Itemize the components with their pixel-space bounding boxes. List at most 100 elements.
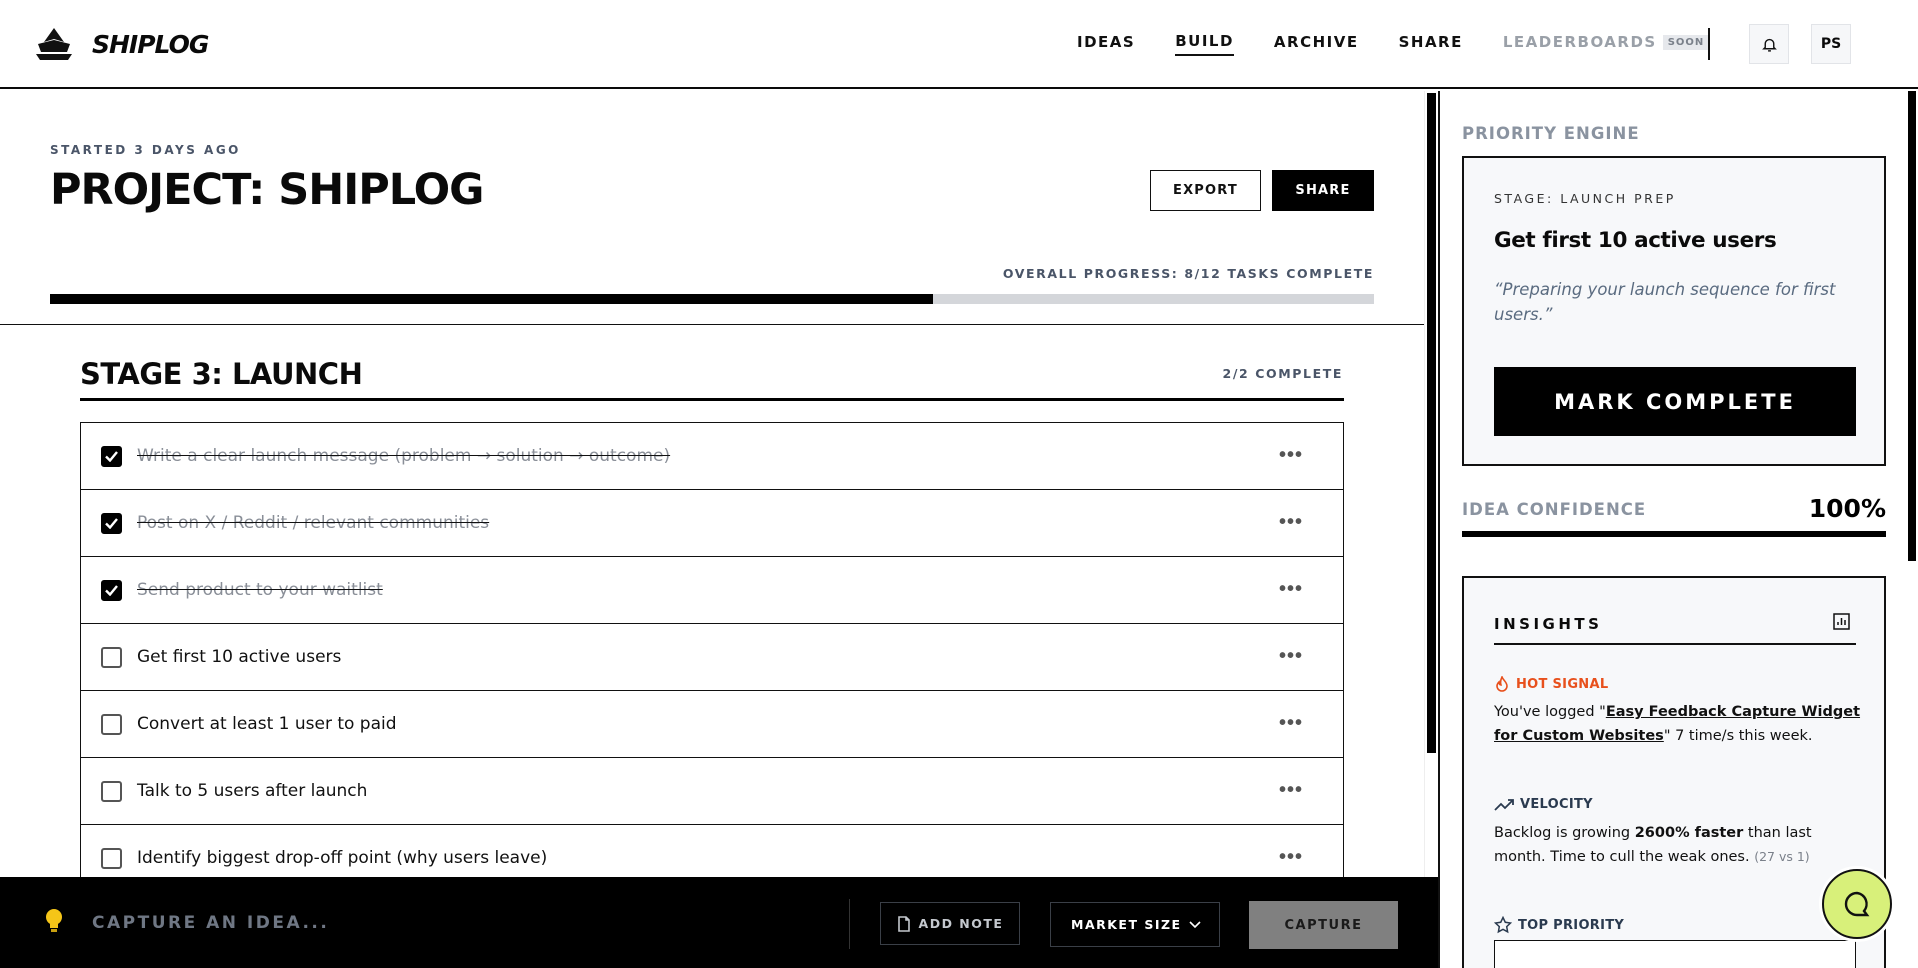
hot-signal-label: HOT SIGNAL [1494,676,1608,692]
project-title: PROJECT: SHIPLOG [50,165,484,215]
user-avatar[interactable]: PS [1811,24,1851,64]
priority-stage-label: STAGE: LAUNCH PREP [1494,191,1676,206]
nav-archive[interactable]: ARCHIVE [1274,33,1359,55]
priority-quote: “Preparing your launch sequence for firs… [1494,280,1836,324]
task-checkbox[interactable] [101,646,122,668]
task-row[interactable]: Post on X / Reddit / relevant communitie… [81,490,1343,557]
priority-engine-heading: PRIORITY ENGINE [1462,124,1640,143]
stage-title: STAGE 3: LAUNCH [80,357,363,391]
hot-signal-text: HOT SIGNAL [1516,676,1609,692]
task-text: Get first 10 active users [137,647,342,667]
chat-support-button[interactable] [1822,869,1892,939]
task-row[interactable]: Convert at least 1 user to paid ••• [81,691,1343,758]
overall-progress-fill [50,294,933,304]
nav-divider [1708,28,1710,60]
market-size-label: MARKET SIZE [1071,917,1182,932]
capture-button[interactable]: CAPTURE [1249,901,1398,949]
chevron-down-icon [1189,920,1201,928]
task-more-menu-icon[interactable]: ••• [1279,512,1303,532]
overall-progress-label: OVERALL PROGRESS: 8/12 TASKS COMPLETE [1002,266,1374,281]
idea-confidence-bar [1462,531,1886,537]
share-button[interactable]: SHARE [1272,170,1374,211]
nav-leaderboards: LEADERBOARDS SOON [1502,33,1710,55]
task-text: Convert at least 1 user to paid [137,714,397,734]
lightbulb-icon [46,909,62,932]
priority-sidebar: PRIORITY ENGINE STAGE: LAUNCH PREP Get f… [1438,91,1918,968]
task-checkbox[interactable] [101,847,122,869]
idea-confidence-value: 100% [1808,494,1886,523]
overall-progress-bar [50,294,1374,304]
velocity-note: (27 vs 1) [1754,849,1810,864]
nav-leaderboards-label: LEADERBOARDS [1502,33,1657,51]
task-checkbox[interactable] [101,512,122,534]
star-icon [1494,916,1512,934]
priority-card: STAGE: LAUNCH PREP Get first 10 active u… [1462,156,1886,466]
mark-complete-button[interactable]: MARK COMPLETE [1494,367,1856,436]
hot-signal-body: You've logged "Easy Feedback Capture Wid… [1494,700,1864,748]
brand-logo[interactable]: SHIPLOG [34,26,209,62]
task-text: Talk to 5 users after launch [137,781,368,801]
velocity-label: VELOCITY [1494,797,1593,812]
nav-ideas[interactable]: IDEAS [1077,33,1135,55]
task-text: Post on X / Reddit / relevant communitie… [137,513,490,533]
task-row[interactable]: Talk to 5 users after launch ••• [81,758,1343,825]
capture-divider [849,899,850,949]
nav-share[interactable]: SHARE [1399,33,1463,55]
top-navigation-bar: SHIPLOG IDEAS BUILD ARCHIVE SHARE LEADER… [0,0,1918,89]
sidebar-scrollbar-thumb[interactable] [1908,91,1916,561]
task-checkbox[interactable] [101,445,122,467]
task-checkbox[interactable] [101,579,122,601]
top-priority-item[interactable] [1494,940,1856,968]
top-priority-label: TOP PRIORITY [1494,916,1624,934]
task-row[interactable]: Get first 10 active users ••• [81,624,1343,691]
nav-build[interactable]: BUILD [1175,32,1234,56]
idea-capture-input[interactable] [92,901,812,945]
trending-up-icon [1494,798,1514,811]
insights-divider [1494,643,1856,645]
check-icon [105,517,118,529]
brand-name: SHIPLOG [92,29,209,59]
main-scrollbar[interactable] [1424,91,1438,877]
bell-icon [1761,38,1777,52]
stage-divider [80,398,1344,401]
add-note-button[interactable]: ADD NOTE [880,902,1020,945]
top-priority-text: TOP PRIORITY [1518,917,1625,933]
task-more-menu-icon[interactable]: ••• [1279,713,1303,733]
hot-signal-suffix: " 7 time/s this week. [1663,728,1813,744]
soon-badge: SOON [1662,35,1710,50]
task-more-menu-icon[interactable]: ••• [1279,847,1303,867]
section-divider [0,324,1424,325]
hot-signal-prefix: You've logged " [1494,704,1606,720]
task-checkbox[interactable] [101,713,122,735]
task-row[interactable]: Write a clear launch message (problem → … [81,423,1343,490]
market-size-select[interactable]: MARKET SIZE [1050,902,1220,947]
main-scrollbar-thumb[interactable] [1427,93,1436,753]
export-button[interactable]: EXPORT [1150,170,1261,211]
task-text: Write a clear launch message (problem → … [137,446,671,466]
task-text: Identify biggest drop-off point (why use… [137,848,548,868]
project-main-panel: STARTED 3 DAYS AGO PROJECT: SHIPLOG EXPO… [0,91,1424,877]
task-more-menu-icon[interactable]: ••• [1279,445,1303,465]
add-note-label: ADD NOTE [918,916,1004,931]
insights-heading: INSIGHTS [1494,615,1603,633]
idea-capture-bar: ADD NOTE MARKET SIZE CAPTURE [0,877,1438,968]
notifications-button[interactable] [1749,24,1789,64]
ship-logo-icon [36,28,72,60]
note-icon [897,915,910,932]
task-more-menu-icon[interactable]: ••• [1279,579,1303,599]
bar-chart-icon[interactable] [1833,613,1850,630]
stage-completion-count: 2/2 COMPLETE [1222,366,1343,381]
project-started-label: STARTED 3 DAYS AGO [50,143,241,157]
task-row[interactable]: Send product to your waitlist ••• [81,557,1343,624]
task-more-menu-icon[interactable]: ••• [1279,780,1303,800]
task-checkbox[interactable] [101,780,122,802]
task-more-menu-icon[interactable]: ••• [1279,646,1303,666]
velocity-prefix: Backlog is growing [1494,825,1635,841]
flame-icon [1496,676,1508,692]
check-icon [105,450,118,462]
velocity-text: VELOCITY [1520,797,1593,812]
task-text: Send product to your waitlist [137,580,383,600]
task-row[interactable]: Identify biggest drop-off point (why use… [81,825,1343,877]
velocity-rate: 2600% faster [1634,825,1744,841]
main-nav: IDEAS BUILD ARCHIVE SHARE LEADERBOARDS SO… [1077,32,1710,56]
